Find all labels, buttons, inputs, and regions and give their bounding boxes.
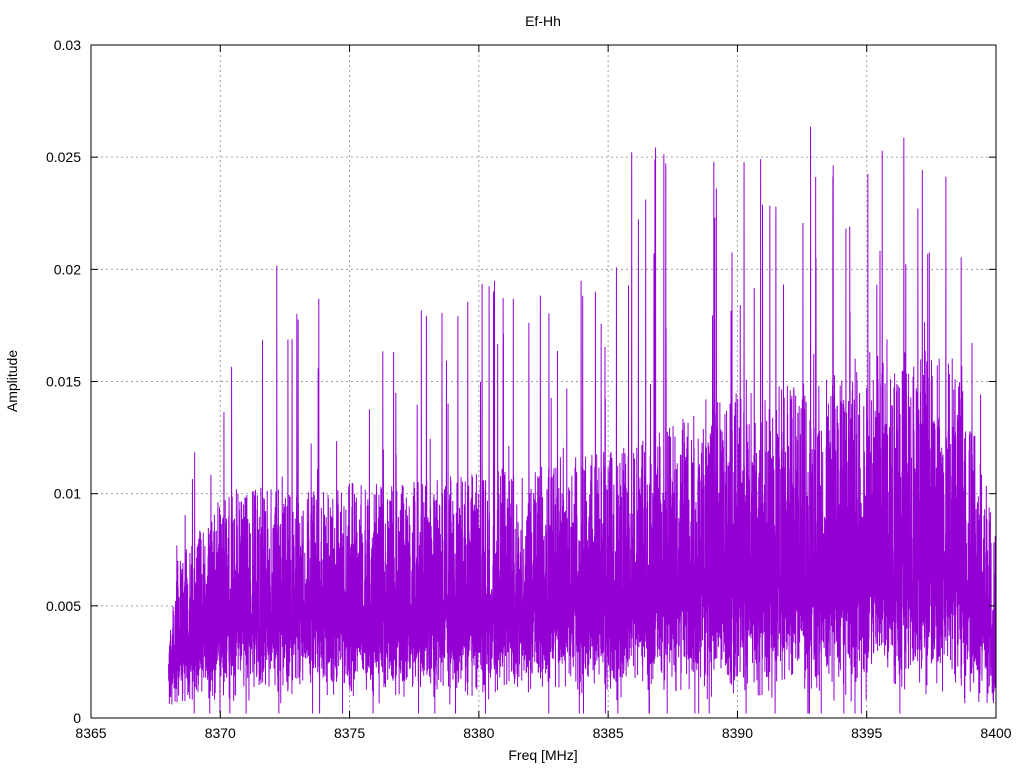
x-tick-label: 8395 xyxy=(851,725,882,741)
x-tick-label: 8390 xyxy=(722,725,753,741)
y-tick-label: 0.005 xyxy=(46,598,81,614)
x-tick-label: 8380 xyxy=(463,725,494,741)
x-tick-label: 8365 xyxy=(75,725,106,741)
x-tick-label: 8400 xyxy=(980,725,1011,741)
y-tick-label: 0.01 xyxy=(54,486,81,502)
y-tick-label: 0 xyxy=(73,710,81,726)
chart: 8365 8370 8375 8380 8385 8390 8395 8400 0 0.005 0.… xyxy=(0,0,1024,768)
x-tick-label: 8370 xyxy=(205,725,236,741)
chart-title: Ef-Hh xyxy=(525,13,561,29)
x-tick-label: 8375 xyxy=(334,725,365,741)
x-axis-label: Freq [MHz] xyxy=(508,747,577,763)
y-axis-label: Amplitude xyxy=(4,350,20,412)
x-tick-label: 8385 xyxy=(593,725,624,741)
y-tick-label: 0.02 xyxy=(54,261,81,277)
y-tick-label: 0.03 xyxy=(54,37,81,53)
y-tick-label: 0.025 xyxy=(46,149,81,165)
y-tick-label: 0.015 xyxy=(46,374,81,390)
